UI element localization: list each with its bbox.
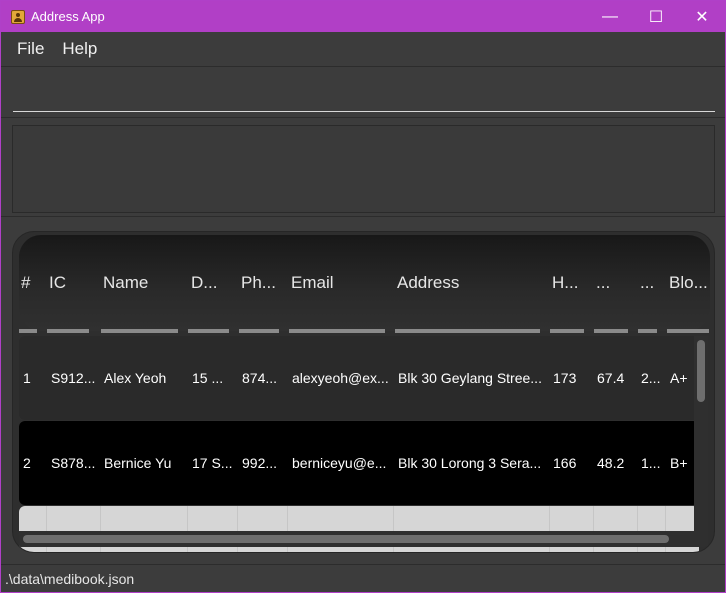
person-list-panel: # IC Name D... Ph... Email Address H... … xyxy=(1,218,725,563)
address-book-icon xyxy=(11,9,25,24)
cell-index: 2 xyxy=(23,455,31,471)
column-header-dob[interactable]: D... xyxy=(191,235,237,331)
cell-age: 2... xyxy=(641,370,661,386)
cell-name: Alex Yeoh xyxy=(104,370,167,386)
column-resize-handle[interactable] xyxy=(667,329,709,333)
cell-phone: 874... xyxy=(242,370,278,386)
column-header-phone[interactable]: Ph... xyxy=(241,235,287,331)
menu-help[interactable]: Help xyxy=(62,39,97,59)
result-display-panel xyxy=(1,119,725,217)
cell-ic: S878... xyxy=(51,455,96,471)
cell-height: 166 xyxy=(553,455,577,471)
command-box-panel xyxy=(1,68,725,118)
cell-height: 173 xyxy=(553,370,577,386)
horizontal-scroll-thumb[interactable] xyxy=(23,535,669,543)
table-row[interactable]: 2 S878... Bernice Yu 17 S... 992... bern… xyxy=(19,421,699,505)
minimize-button[interactable]: — xyxy=(587,1,633,32)
column-resize-handle[interactable] xyxy=(550,329,584,333)
cell-weight: 48.2 xyxy=(597,455,625,471)
cell-address: Blk 30 Lorong 3 Sera... xyxy=(398,455,542,471)
horizontal-scrollbar[interactable] xyxy=(19,531,705,547)
column-resize-handle[interactable] xyxy=(638,329,657,333)
window-title: Address App xyxy=(31,9,105,24)
window-controls: — ☐ ✕ xyxy=(587,1,725,32)
title-bar[interactable]: Address App — ☐ ✕ xyxy=(1,1,725,32)
app-window: Address App — ☐ ✕ File Help # IC Name D.… xyxy=(0,0,726,593)
table-header: # IC Name D... Ph... Email Address H... … xyxy=(19,235,710,331)
column-header-address[interactable]: Address xyxy=(397,235,547,331)
cell-ic: S912... xyxy=(51,370,96,386)
column-resize-handle[interactable] xyxy=(594,329,628,333)
column-resize-handle[interactable] xyxy=(19,329,37,333)
cell-index: 1 xyxy=(23,370,31,386)
status-bar: .\data\medibook.json xyxy=(1,564,725,592)
result-display xyxy=(12,125,715,213)
column-resize-handle[interactable] xyxy=(289,329,385,333)
column-header-ic[interactable]: IC xyxy=(49,235,99,331)
person-table[interactable]: # IC Name D... Ph... Email Address H... … xyxy=(12,231,715,553)
column-header-age[interactable]: ... xyxy=(640,235,666,331)
command-input[interactable] xyxy=(13,76,715,112)
column-resize-handle[interactable] xyxy=(47,329,89,333)
column-header-height[interactable]: H... xyxy=(552,235,592,331)
cell-email: berniceyu@e... xyxy=(292,455,387,471)
cell-name: Bernice Yu xyxy=(104,455,172,471)
menu-bar: File Help xyxy=(1,32,725,67)
cell-age: 1... xyxy=(641,455,661,471)
save-file-path: .\data\medibook.json xyxy=(5,570,135,587)
column-header-name[interactable]: Name xyxy=(103,235,187,331)
column-header-index[interactable]: # xyxy=(21,235,47,331)
column-header-email[interactable]: Email xyxy=(291,235,391,331)
vertical-scroll-thumb[interactable] xyxy=(697,340,705,402)
cell-dob: 17 S... xyxy=(192,455,233,471)
cell-address: Blk 30 Geylang Stree... xyxy=(398,370,542,386)
column-resize-handle[interactable] xyxy=(239,329,279,333)
column-header-blood-type[interactable]: Blo... xyxy=(669,235,709,331)
close-button[interactable]: ✕ xyxy=(679,1,725,32)
column-header-weight[interactable]: ... xyxy=(596,235,636,331)
vertical-scrollbar[interactable] xyxy=(694,336,708,546)
menu-file[interactable]: File xyxy=(17,39,44,59)
cell-email: alexyeoh@ex... xyxy=(292,370,389,386)
cell-weight: 67.4 xyxy=(597,370,625,386)
column-resize-handle[interactable] xyxy=(395,329,540,333)
maximize-button[interactable]: ☐ xyxy=(633,1,679,32)
table-row[interactable]: 1 S912... Alex Yeoh 15 ... 874... alexye… xyxy=(19,336,699,420)
cell-dob: 15 ... xyxy=(192,370,224,386)
cell-phone: 992... xyxy=(242,455,278,471)
column-resize-handle[interactable] xyxy=(101,329,178,333)
column-resize-handle[interactable] xyxy=(188,329,229,333)
